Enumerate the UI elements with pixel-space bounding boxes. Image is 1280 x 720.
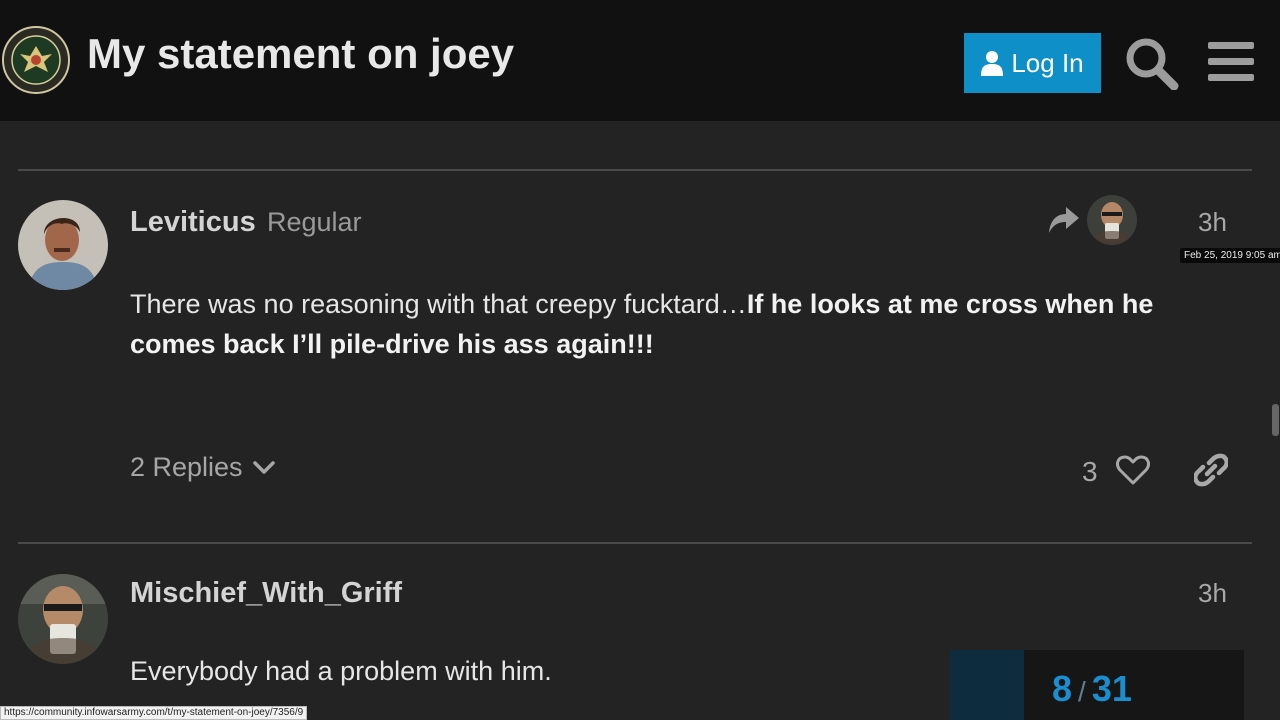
user-photo — [1087, 195, 1137, 245]
login-button[interactable]: Log In — [964, 33, 1101, 93]
post-divider — [18, 542, 1252, 544]
post-divider — [18, 169, 1252, 171]
avatar[interactable] — [18, 200, 108, 290]
post-date-link[interactable]: 3h — [1198, 578, 1227, 609]
date-tooltip: Feb 25, 2019 9:05 am — [1180, 248, 1280, 263]
avatar[interactable] — [18, 574, 108, 664]
replies-label: 2 Replies — [130, 452, 243, 482]
topic-progress-counter[interactable]: 8/31 — [1052, 668, 1132, 710]
site-header: My statement on joey Log In — [0, 0, 1280, 121]
progress-separator: / — [1078, 676, 1086, 707]
scrollbar-thumb[interactable] — [1272, 404, 1279, 436]
like-count[interactable]: 3 — [1082, 456, 1098, 488]
post-username[interactable]: Mischief_With_Griff — [130, 577, 402, 610]
show-replies-button[interactable]: 2 Replies — [130, 452, 275, 483]
total-posts-number: 31 — [1091, 668, 1132, 709]
user-photo — [18, 574, 108, 664]
progress-bar-fill — [950, 650, 1024, 720]
post-text: There was no reasoning with that creepy … — [130, 289, 747, 319]
reply-to-arrow-icon[interactable] — [1048, 205, 1080, 235]
login-label: Log In — [1011, 47, 1084, 78]
page-title[interactable]: My statement on joey — [87, 30, 514, 78]
reply-to-avatar[interactable] — [1087, 195, 1137, 245]
post-username[interactable]: Leviticus — [130, 206, 256, 239]
share-link-icon[interactable] — [1194, 453, 1228, 487]
search-icon[interactable] — [1124, 36, 1180, 90]
user-photo — [18, 200, 108, 290]
status-bar-url: https://community.infowarsarmy.com/t/my-… — [0, 706, 308, 720]
user-icon — [981, 51, 1004, 76]
infowars-army-seal-icon[interactable] — [2, 26, 70, 94]
current-post-number: 8 — [1052, 668, 1073, 709]
heart-icon[interactable] — [1116, 454, 1150, 486]
post-date-link[interactable]: 3h — [1198, 207, 1227, 238]
post-body: There was no reasoning with that creepy … — [130, 284, 1220, 364]
post-body: Everybody had a problem with him. — [130, 651, 930, 691]
hamburger-menu-icon[interactable] — [1206, 40, 1256, 84]
user-title: Regular — [267, 207, 362, 237]
chevron-down-icon — [252, 460, 275, 474]
post-text: Everybody had a problem with him. — [130, 656, 552, 686]
